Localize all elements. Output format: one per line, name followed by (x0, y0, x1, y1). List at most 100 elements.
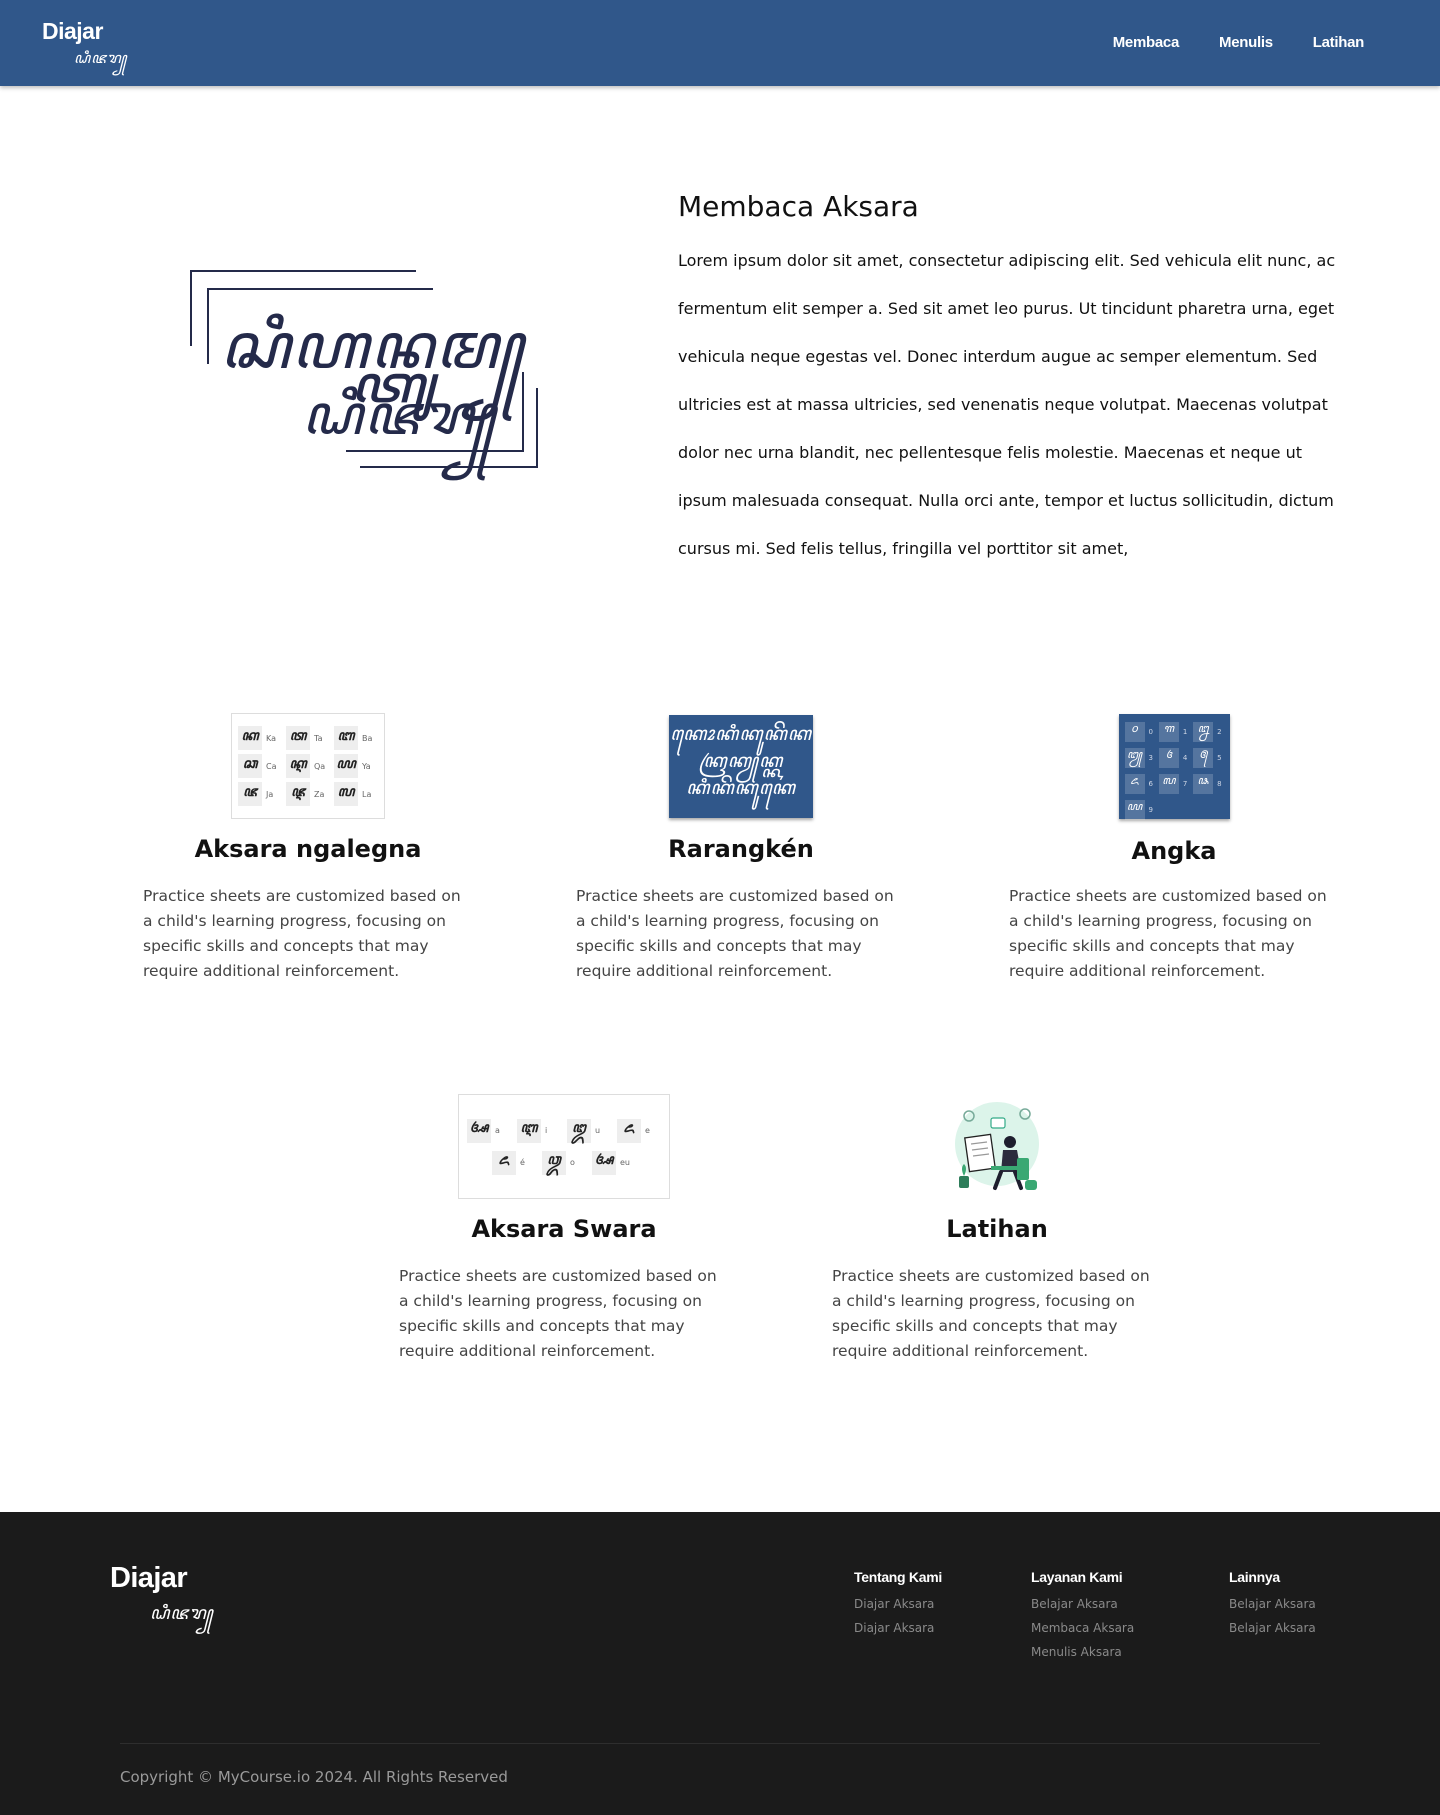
numeral-tile: ꧒2 (1193, 722, 1223, 742)
numeral-glyph: ꧘ (1193, 774, 1214, 794)
footer-link[interactable]: Belajar Aksara (1229, 1597, 1316, 1611)
rarangken-script-line: ꦏꦶꦏꦼꦏꦸꦏꦺ (686, 777, 796, 799)
numeral-tile: ꧖6 (1124, 774, 1155, 794)
glyph-label: u (595, 1126, 601, 1135)
footer-col-lainnya: Lainnya Belajar Aksara Belajar Aksara (1229, 1569, 1316, 1645)
numeral-glyph: ꧒ (1193, 722, 1214, 742)
nav-latihan[interactable]: Latihan (1313, 34, 1365, 51)
footer: Diajar ꦝꦶꦗꦫ꧀ Tentang Kami Diajar Aksara … (0, 1512, 1440, 1815)
glyph-label: Ba (362, 733, 373, 743)
nav-menulis[interactable]: Menulis (1219, 34, 1273, 51)
numeral-glyph: ꧔ (1158, 748, 1179, 768)
glyph-tile: ꦌé (492, 1150, 536, 1175)
numeral-glyph: ꧖ (1124, 774, 1145, 794)
script-glyph: ꦎ (542, 1150, 566, 1175)
glyph-tile: ꦄ eu (592, 1150, 636, 1175)
script-glyph: ꦆ (517, 1118, 541, 1143)
glyph-label: o (570, 1158, 575, 1167)
script-glyph: ꦭ (334, 782, 358, 806)
footer-brand-logo[interactable]: Diajar ꦝꦶꦗꦫ꧀ (110, 1562, 213, 1624)
nav-membaca[interactable]: Membaca (1113, 34, 1180, 51)
numeral-label: 4 (1182, 754, 1188, 762)
glyph-label: Ca (266, 761, 277, 771)
footer-brand-title: Diajar (110, 1562, 188, 1594)
glyph-label: Za (314, 789, 325, 799)
rarangken-image: ꦏꦺꦴꦏꦶꦏꦸꦏꦼꦏ ꦏꦿꦏꦾꦏ꧀ꦏ ꦏꦶꦏꦼꦏꦸꦏꦺ (669, 715, 813, 818)
aksara-swara-image: ꦄ a ꦆ i ꦈ u ꦌ e ꦌ é ꦎ o ꦄ eu (458, 1094, 670, 1199)
student-studying-illustration (955, 1102, 1039, 1190)
hero-script-logo: ꦱꦶꦲꦤ꧀ꦠꦸꦩ꧀ ꦝꦶꦗꦫ꧀ (190, 268, 538, 468)
glyph-tile: ꦭ La (334, 782, 378, 806)
card-image-wrap (832, 1096, 1162, 1196)
top-navbar: Diajar ꦝꦶꦗꦫ꧀ Membaca Menulis Latihan (0, 0, 1440, 86)
footer-link[interactable]: Diajar Aksara (854, 1621, 942, 1635)
numeral-glyph: ꧗ (1158, 774, 1179, 794)
glyph-label: Qa (314, 761, 326, 771)
script-glyph: ꦗ (238, 782, 262, 806)
script-glyph: ꦧ (334, 726, 358, 750)
card-image-wrap: ꦏꦺꦴꦏꦶꦏꦸꦏꦼꦏ ꦏꦿꦏꦾꦏ꧀ꦏ ꦏꦶꦏꦼꦏꦸꦏꦺ (576, 715, 906, 818)
brand-logo[interactable]: Diajar ꦝꦶꦗꦫ꧀ (42, 18, 127, 67)
card-title: Latihan (946, 1215, 1048, 1243)
card-image-wrap: ꦏ Ka ꦠ Ta ꦧ Ba ꦕ Ca ꦐ Qa ꦪ Ya ꦗ Ja ꦘ Za ꦭ La (143, 713, 473, 819)
numeral-tile: ꧐0 (1124, 722, 1155, 742)
glyph-label: Ta (314, 733, 323, 743)
glyph-tile: ꦄa (467, 1118, 511, 1143)
card-desc: Practice sheets are customized based on … (399, 1267, 717, 1360)
footer-divider (120, 1743, 1320, 1744)
glyph-label: e (645, 1126, 650, 1135)
script-glyph: ꦕ (238, 754, 262, 778)
numeral-tile: ꧘8 (1193, 774, 1223, 794)
rarangken-script-line: ꦏꦺꦴꦏꦶꦏꦸꦏꦼꦏ (670, 723, 812, 745)
numeral-label: 3 (1148, 754, 1153, 762)
footer-link[interactable]: Diajar Aksara (854, 1597, 942, 1611)
aksara-ngalegna-image: ꦏ Ka ꦠ Ta ꦧ Ba ꦕ Ca ꦐ Qa ꦪ Ya ꦗ Ja ꦘ Za ꦭ La (231, 713, 385, 819)
footer-col-title: Lainnya (1229, 1569, 1280, 1585)
brand-title: Diajar (42, 18, 103, 44)
card-desc: Practice sheets are customized based on … (832, 1267, 1150, 1360)
card-title: Angka (1131, 837, 1217, 865)
script-glyph: ꦏ (238, 726, 262, 750)
glyph-label: Ka (266, 733, 277, 743)
footer-link[interactable]: Membaca Aksara (1031, 1621, 1134, 1635)
script-glyph: ꦄ (592, 1150, 616, 1175)
brand-script: ꦝꦶꦗꦫ꧀ (74, 49, 128, 67)
numeral-label: 7 (1182, 780, 1188, 788)
card-title: Aksara ngalegna (194, 835, 422, 863)
numeral-label: 9 (1148, 806, 1153, 814)
card-image-wrap: ꦄ a ꦆ i ꦈ u ꦌ e ꦌ é ꦎ o ꦄ eu (399, 1094, 729, 1199)
numeral-glyph: ꧓ (1124, 748, 1145, 768)
numeral-label: 8 (1217, 780, 1222, 788)
footer-link[interactable]: Belajar Aksara (1031, 1597, 1134, 1611)
glyph-tile: ꦘ Za (286, 782, 330, 806)
copyright-text: Copyright © MyCourse.io 2024. All Rights… (120, 1768, 508, 1786)
footer-col-title: Layanan Kami (1031, 1569, 1123, 1585)
glyph-tile: ꦧ Ba (334, 726, 378, 750)
script-glyph: ꦐ (286, 754, 310, 778)
glyph-tile: ꦏ Ka (238, 726, 282, 750)
numeral-tile: ꧔4 (1158, 748, 1189, 768)
hero-section: Membaca Aksara Lorem ipsum dolor sit ame… (678, 190, 1354, 573)
numeral-glyph: ꧙ (1124, 800, 1145, 820)
numeral-glyph: ꧕ (1193, 748, 1214, 768)
footer-link[interactable]: Belajar Aksara (1229, 1621, 1316, 1635)
glyph-tile: ꦪ Ya (334, 754, 378, 778)
script-glyph: ꦠ (286, 726, 310, 750)
script-glyph: ꦘ (286, 782, 310, 806)
glyph-tile: ꦐ Qa (286, 754, 330, 778)
card-image-wrap: ꧐0꧑1꧒2꧓3꧔4꧕5꧖6꧗7꧘8꧙9 (1009, 714, 1339, 820)
script-glyph: ꦈ (567, 1118, 591, 1143)
numeral-tile: ꧗7 (1158, 774, 1189, 794)
numeral-tile: ꧙9 (1124, 800, 1155, 820)
card-desc: Practice sheets are customized based on … (1009, 887, 1327, 980)
glyph-tile: ꦕ Ca (238, 754, 282, 778)
numeral-glyph: ꧐ (1124, 722, 1145, 742)
glyph-label: Ja (266, 789, 274, 799)
glyph-tile: ꦈu (567, 1118, 611, 1143)
card-desc: Practice sheets are customized based on … (576, 887, 894, 980)
glyph-label: eu (620, 1158, 630, 1167)
glyph-label: Ya (362, 761, 371, 771)
glyph-label: La (362, 789, 372, 799)
script-glyph: ꦌ (617, 1118, 641, 1143)
footer-link[interactable]: Menulis Aksara (1031, 1645, 1134, 1659)
